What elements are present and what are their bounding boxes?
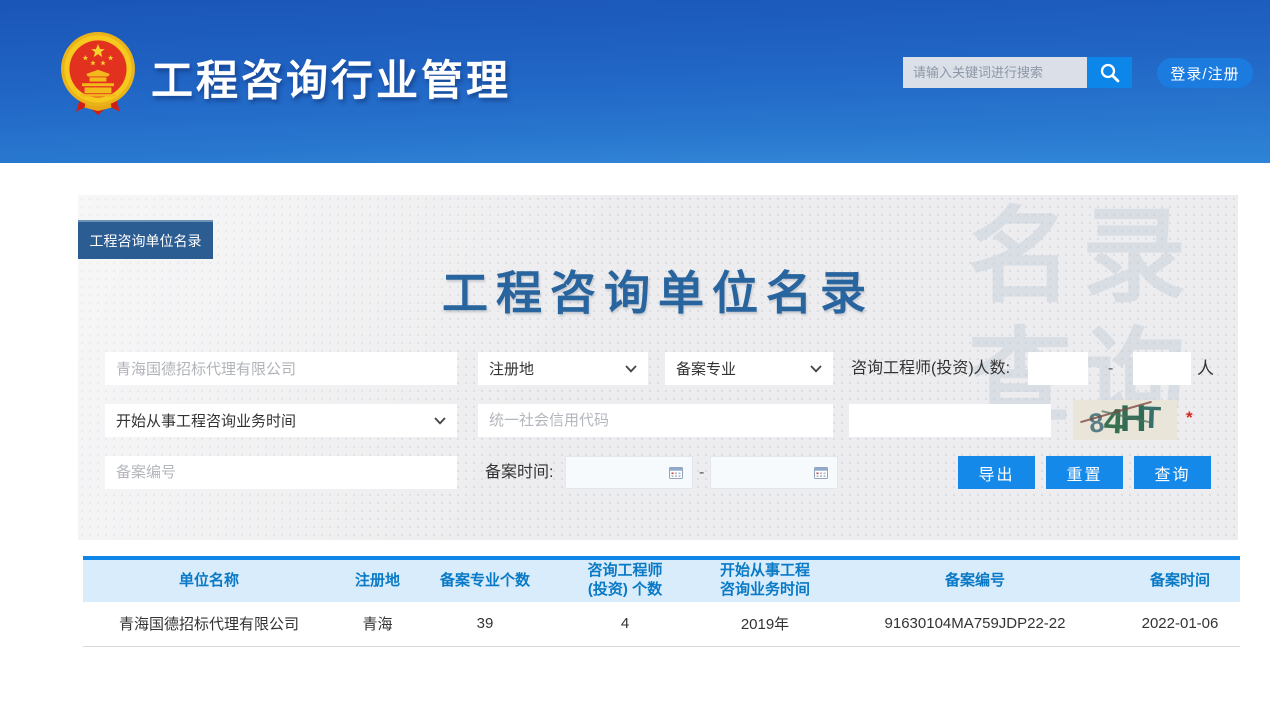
specialty-select[interactable]: 备案专业 <box>665 352 833 385</box>
chevron-down-icon <box>434 417 446 425</box>
cell-specialty-count: 39 <box>420 602 550 646</box>
national-emblem-icon <box>56 30 140 118</box>
reset-button[interactable]: 重置 <box>1046 456 1123 489</box>
chevron-down-icon <box>810 365 822 373</box>
search-icon <box>1099 62 1121 84</box>
engineer-count-separator: - <box>1108 352 1113 385</box>
chevron-down-icon <box>625 365 637 373</box>
col-header-start-time: 开始从事工程 咨询业务时间 <box>700 558 830 602</box>
captcha-char: T <box>1141 401 1161 433</box>
engineer-count-max-input[interactable] <box>1133 352 1191 385</box>
specialty-select-value: 备案专业 <box>676 358 736 379</box>
cell-engineer-count: 4 <box>550 602 700 646</box>
page: 工程咨询行业管理 登录/注册 名录 查询 工程咨询单位名录 工程咨询单位名录 注… <box>0 0 1270 725</box>
start-time-select-value: 开始从事工程咨询业务时间 <box>116 410 296 431</box>
record-time-separator: - <box>699 456 704 489</box>
login-register-button[interactable]: 登录/注册 <box>1157 58 1253 88</box>
national-emblem-logo <box>56 30 140 118</box>
cell-start-time: 2019年 <box>700 602 830 646</box>
col-header-engineer-count: 咨询工程师 (投资) 个数 <box>550 558 700 602</box>
engineer-count-unit: 人 <box>1197 352 1214 385</box>
col-header-record-time: 备案时间 <box>1120 558 1240 602</box>
search-button[interactable] <box>1087 57 1132 88</box>
col-header-specialty-count: 备案专业个数 <box>420 558 550 602</box>
col-header-unit-name: 单位名称 <box>83 558 335 602</box>
record-time-end-datepicker[interactable] <box>710 456 838 489</box>
record-number-input[interactable] <box>105 456 457 489</box>
site-title: 工程咨询行业管理 <box>151 47 511 108</box>
header-search <box>903 57 1132 88</box>
region-select-value: 注册地 <box>489 358 534 379</box>
export-button[interactable]: 导出 <box>958 456 1035 489</box>
query-button[interactable]: 查询 <box>1134 456 1211 489</box>
engineer-count-min-input[interactable] <box>1028 352 1088 385</box>
search-input[interactable] <box>903 57 1087 88</box>
table-header-row: 单位名称 注册地 备案专业个数 咨询工程师 (投资) 个数 开始从事工程 咨询业… <box>83 558 1240 602</box>
query-panel: 名录 查询 工程咨询单位名录 工程咨询单位名录 注册地 备案专业 咨询工程师(投… <box>78 195 1238 540</box>
credit-code-input[interactable] <box>478 404 833 437</box>
company-name-input[interactable] <box>105 352 457 385</box>
engineer-count-label: 咨询工程师(投资)人数: <box>851 352 1010 385</box>
tab-directory[interactable]: 工程咨询单位名录 <box>78 220 213 259</box>
cell-unit-name: 青海国德招标代理有限公司 <box>83 602 335 646</box>
captcha-image[interactable]: 8 4 H T <box>1073 400 1177 440</box>
record-time-label: 备案时间: <box>485 456 553 489</box>
cell-region: 青海 <box>335 602 420 646</box>
results-table: 单位名称 注册地 备案专业个数 咨询工程师 (投资) 个数 开始从事工程 咨询业… <box>83 556 1240 647</box>
captcha-input[interactable] <box>849 404 1051 437</box>
region-select[interactable]: 注册地 <box>478 352 648 385</box>
start-time-select[interactable]: 开始从事工程咨询业务时间 <box>105 404 457 437</box>
col-header-record-number: 备案编号 <box>830 558 1120 602</box>
record-time-start-datepicker[interactable] <box>565 456 693 489</box>
calendar-icon <box>669 466 683 479</box>
cell-record-number: 91630104MA759JDP22-22 <box>830 602 1120 646</box>
panel-title: 工程咨询单位名录 <box>78 257 1238 323</box>
site-header: 工程咨询行业管理 登录/注册 <box>0 0 1270 163</box>
calendar-icon <box>814 466 828 479</box>
table-row: 青海国德招标代理有限公司 青海 39 4 2019年 91630104MA759… <box>83 602 1240 646</box>
cell-record-time: 2022-01-06 <box>1120 602 1240 646</box>
required-asterisk: * <box>1186 408 1193 428</box>
col-header-region: 注册地 <box>335 558 420 602</box>
